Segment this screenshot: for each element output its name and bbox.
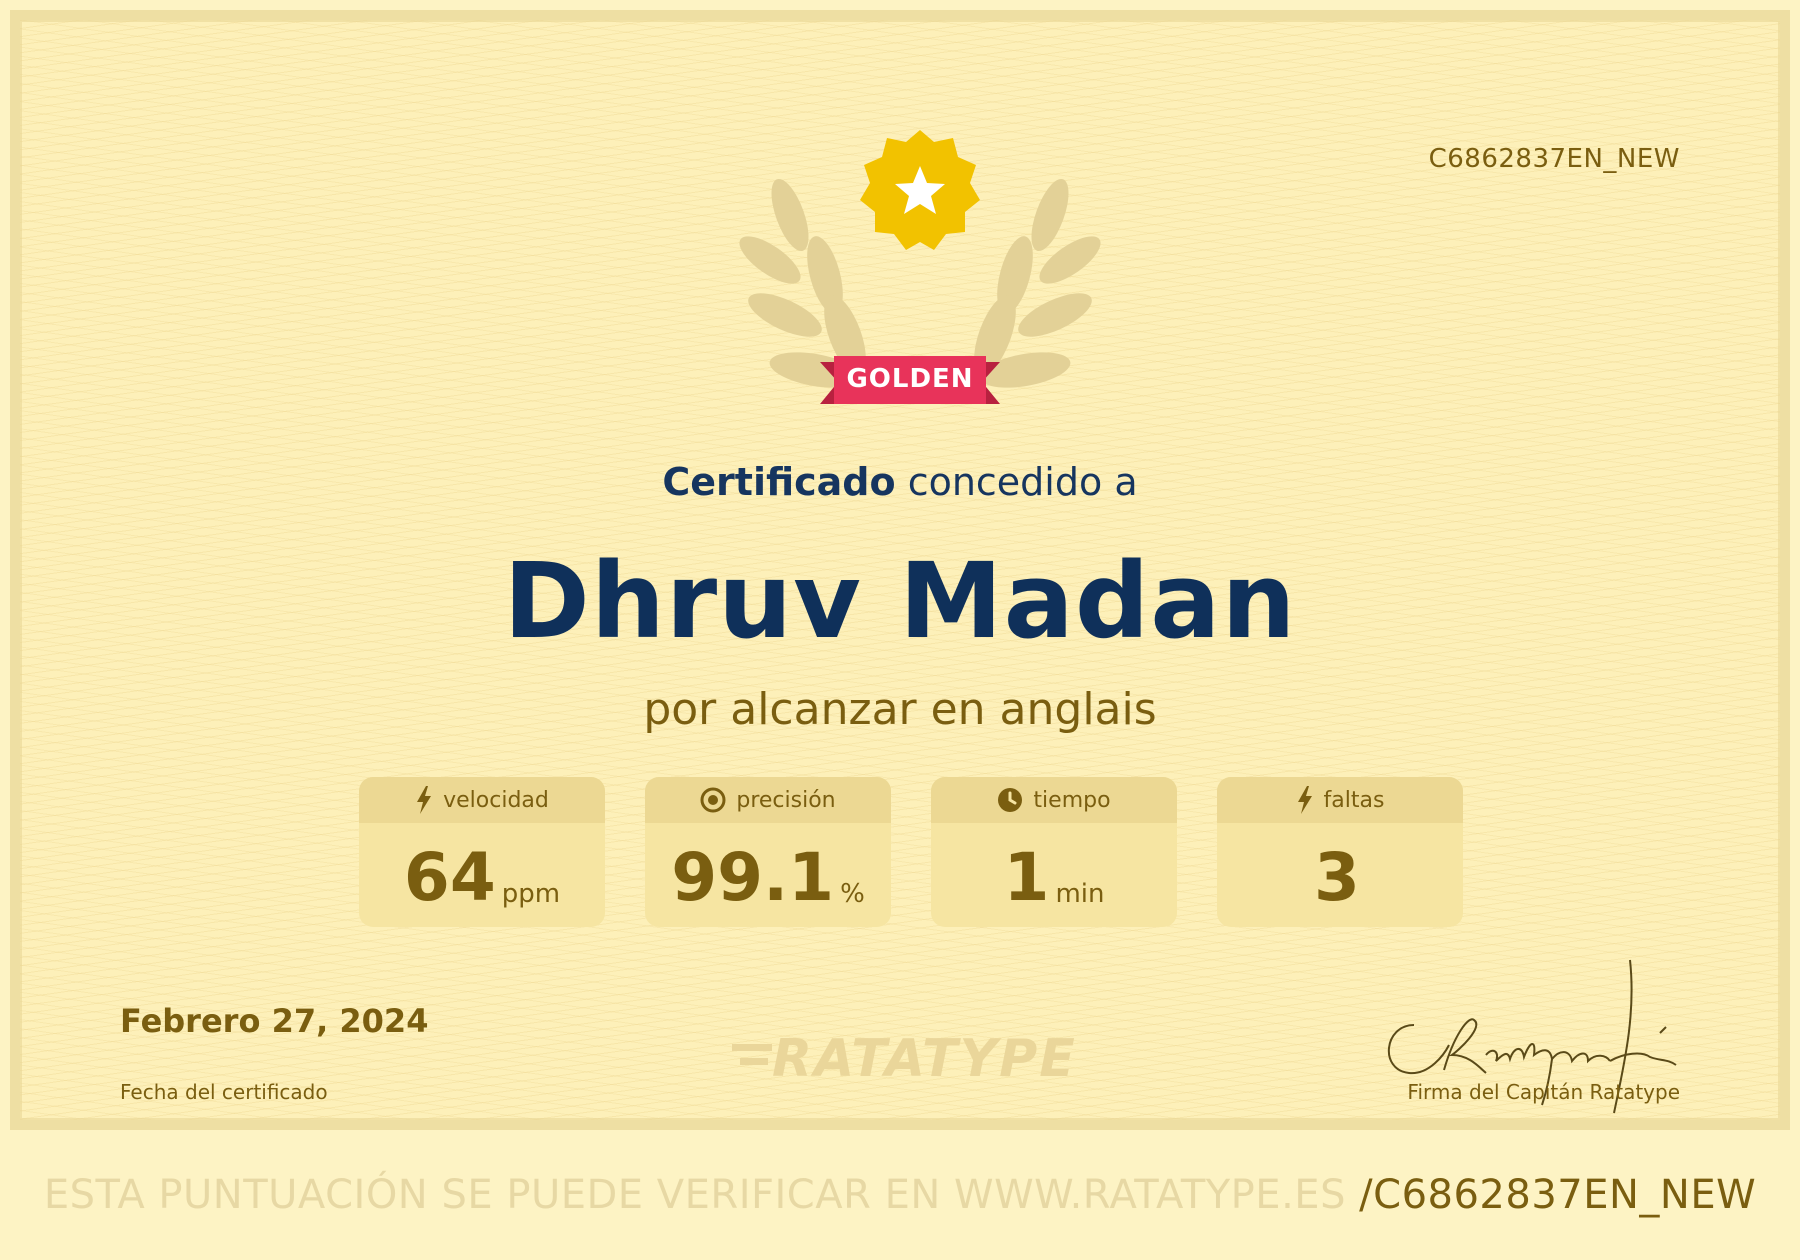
certificate: C6862837EN_NEW GOLDEN Certificado conced… [10, 10, 1790, 1130]
stat-time: tiempo 1 min [931, 777, 1177, 927]
clock-icon [998, 788, 1023, 812]
stat-errors: faltas 3 [1217, 777, 1463, 927]
stat-value: 99.1 [671, 839, 835, 916]
certificate-id: C6862837EN_NEW [1428, 144, 1680, 174]
stat-unit: ppm [501, 879, 561, 909]
target-icon [700, 787, 726, 813]
badge-label: GOLDEN [846, 364, 974, 394]
stat-label: velocidad [443, 787, 549, 813]
heading-rest: concedido a [895, 460, 1138, 504]
stat-unit: % [840, 879, 865, 909]
stats-row: velocidad 64 ppm precisión 99.1 % tiempo [359, 777, 1463, 927]
stat-unit: min [1055, 879, 1105, 909]
stat-label: faltas [1323, 787, 1385, 813]
heading-strong: Certificado [662, 460, 896, 504]
logo-mark-icon [732, 1044, 772, 1065]
verification-text: ESTA PUNTUACIÓN SE PUEDE VERIFICAR EN WW… [43, 1172, 1346, 1218]
certificate-heading: Certificado concedido a [20, 460, 1780, 504]
ratatype-logo: RATATYPE [732, 1030, 1102, 1088]
stat-header: precisión [645, 777, 891, 823]
stat-header: velocidad [359, 777, 605, 823]
stat-value: 3 [1314, 839, 1360, 916]
stat-value: 1 [1003, 839, 1050, 916]
stat-accuracy: precisión 99.1 % [645, 777, 891, 927]
recipient-name: Dhruv Madan [503, 540, 1297, 662]
bolt-icon [417, 786, 432, 814]
signature-label: Firma del Capitán Ratatype [1407, 1080, 1680, 1104]
stat-value: 64 [403, 839, 496, 916]
stat-label: precisión [736, 787, 836, 813]
verification-code-link[interactable]: /C6862837EN_NEW [1359, 1172, 1756, 1218]
bolt-icon [1297, 786, 1312, 814]
stat-body: 3 [1217, 823, 1463, 927]
stat-body: 1 min [931, 823, 1177, 927]
certificate-date: Febrero 27, 2024 [120, 1002, 429, 1040]
stat-body: 64 ppm [359, 823, 605, 927]
certificate-date-label: Fecha del certificado [120, 1080, 328, 1104]
stat-label: tiempo [1033, 787, 1111, 813]
stat-header: faltas [1217, 777, 1463, 823]
logo-text: RATATYPE [772, 1029, 1077, 1089]
certificate-subtitle: por alcanzar en anglais [643, 684, 1157, 735]
stat-body: 99.1 % [645, 823, 891, 927]
stat-header: tiempo [931, 777, 1177, 823]
stat-speed: velocidad 64 ppm [359, 777, 605, 927]
verification-footer: ESTA PUNTUACIÓN SE PUEDE VERIFICAR EN WW… [0, 1172, 1800, 1218]
